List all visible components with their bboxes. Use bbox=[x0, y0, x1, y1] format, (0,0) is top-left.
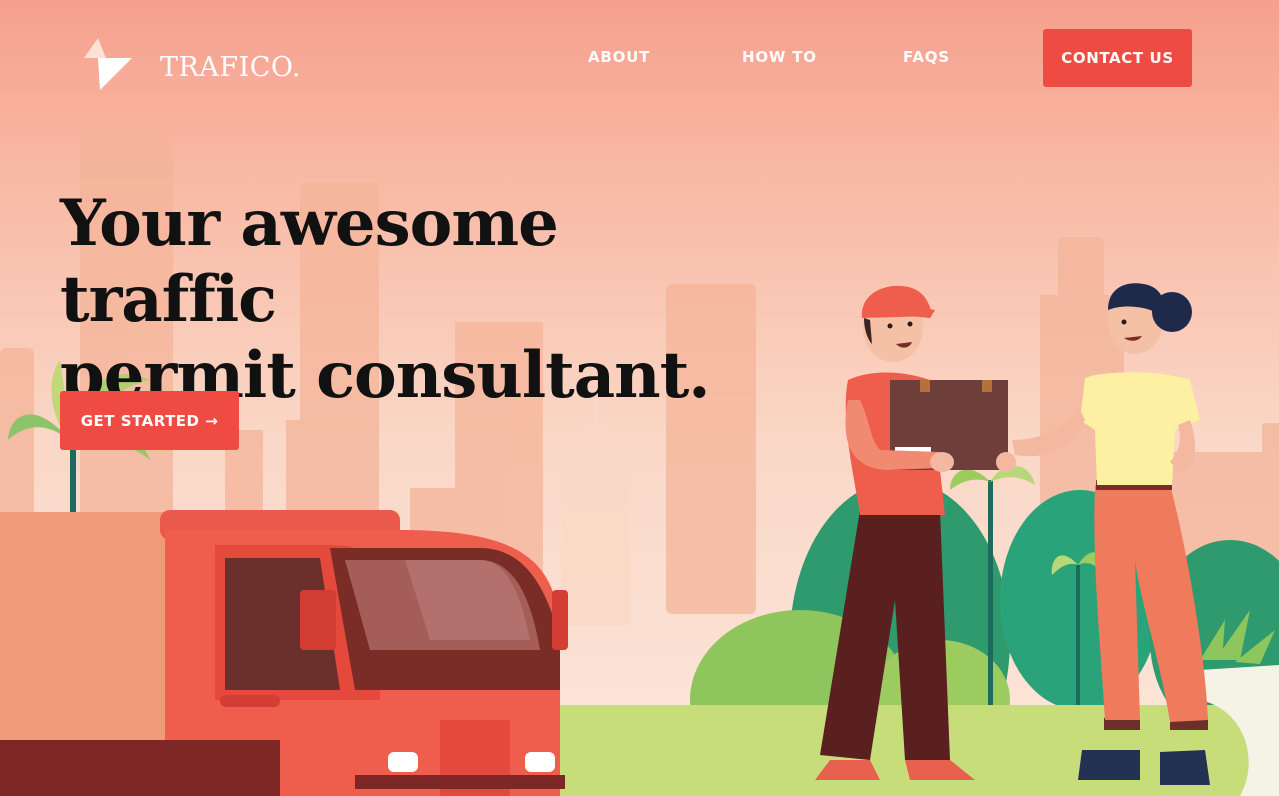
brand-logo[interactable]: TRAFICO. bbox=[84, 38, 301, 90]
bolt-arrow-logo-icon bbox=[84, 38, 132, 90]
delivery-truck bbox=[0, 510, 568, 796]
site-header: TRAFICO. ABOUT HOW TO FAQS CONTACT US bbox=[0, 0, 1279, 110]
hero-title-line-1: Your awesome traffic bbox=[60, 186, 559, 337]
contact-us-button[interactable]: CONTACT US bbox=[1043, 29, 1192, 87]
get-started-button[interactable]: GET STARTED → bbox=[60, 391, 239, 450]
hero-title: Your awesome traffic permit consultant. bbox=[60, 186, 780, 414]
nav-item-about[interactable]: ABOUT bbox=[588, 48, 650, 66]
brand-name: TRAFICO. bbox=[160, 52, 302, 83]
tower-building bbox=[561, 398, 630, 625]
nav-item-faqs[interactable]: FAQS bbox=[903, 48, 950, 66]
nav-item-how-to[interactable]: HOW TO bbox=[742, 48, 817, 66]
